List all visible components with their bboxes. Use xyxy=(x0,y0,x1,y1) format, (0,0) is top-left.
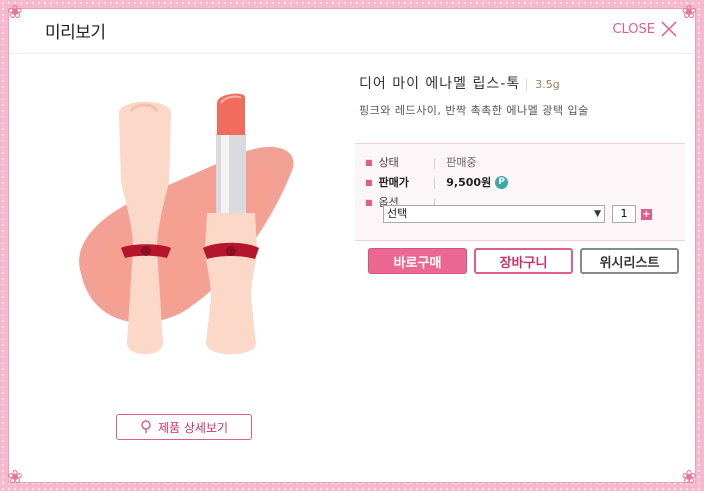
dropdown-arrow-icon: ▼ xyxy=(594,209,601,219)
popup-header: 미리보기 CLOSE xyxy=(9,9,695,54)
bullet-icon: ■ xyxy=(365,177,373,187)
price-value: 9,500원 xyxy=(446,176,492,189)
product-volume: 3.5g xyxy=(526,78,560,91)
product-info-box: ■ 상태 | 판매중 ■ 판매가 | 9,500원 P ■ 옵션 | xyxy=(355,143,685,241)
pin-icon xyxy=(141,420,151,433)
preview-popup: 미리보기 CLOSE 제품 상세보기 디어 마이 에나멜 립스-톡 3.5g 핑… xyxy=(8,8,696,483)
price-label: 판매가 xyxy=(378,176,409,189)
bullet-icon: ■ xyxy=(365,157,373,167)
point-icon: P xyxy=(495,175,509,189)
product-image xyxy=(79,93,294,355)
plus-icon[interactable]: + xyxy=(641,209,652,220)
option-select[interactable]: 선택 ▼ xyxy=(383,205,605,223)
cart-button[interactable]: 장바구니 xyxy=(474,248,573,274)
divider: | xyxy=(432,155,437,169)
product-name-line: 디어 마이 에나멜 립스-톡 3.5g xyxy=(359,73,560,93)
price: 9,500원 P xyxy=(446,174,509,190)
bullet-icon: ■ xyxy=(365,197,373,207)
corner-ornament-icon: ❀ xyxy=(7,467,23,488)
product-detail-label: 제품 상세보기 xyxy=(157,420,229,435)
status-value: 판매중 xyxy=(446,156,477,169)
corner-ornament-icon: ❀ xyxy=(681,467,697,488)
option-selected: 선택 xyxy=(387,207,408,220)
wishlist-button[interactable]: 위시리스트 xyxy=(580,248,679,274)
divider: | xyxy=(432,175,437,189)
price-row: ■ 판매가 | 9,500원 P xyxy=(365,174,509,190)
buy-now-button[interactable]: 바로구매 xyxy=(368,248,467,274)
popup-title: 미리보기 xyxy=(45,23,106,43)
close-label: CLOSE xyxy=(612,21,655,37)
status-label: 상태 xyxy=(378,156,399,169)
close-icon xyxy=(661,21,677,37)
product-detail-button[interactable]: 제품 상세보기 xyxy=(116,414,252,440)
status-row: ■ 상태 | 판매중 xyxy=(365,154,477,170)
corner-ornament-icon: ❀ xyxy=(7,2,23,23)
product-name: 디어 마이 에나멜 립스-톡 xyxy=(359,76,521,92)
corner-ornament-icon: ❀ xyxy=(681,2,697,23)
quantity-input[interactable]: 1 xyxy=(612,205,636,223)
product-description: 핑크와 레드사이, 반짝 촉촉한 에나멜 광택 입술 xyxy=(359,104,589,117)
close-button[interactable]: CLOSE xyxy=(612,21,677,37)
